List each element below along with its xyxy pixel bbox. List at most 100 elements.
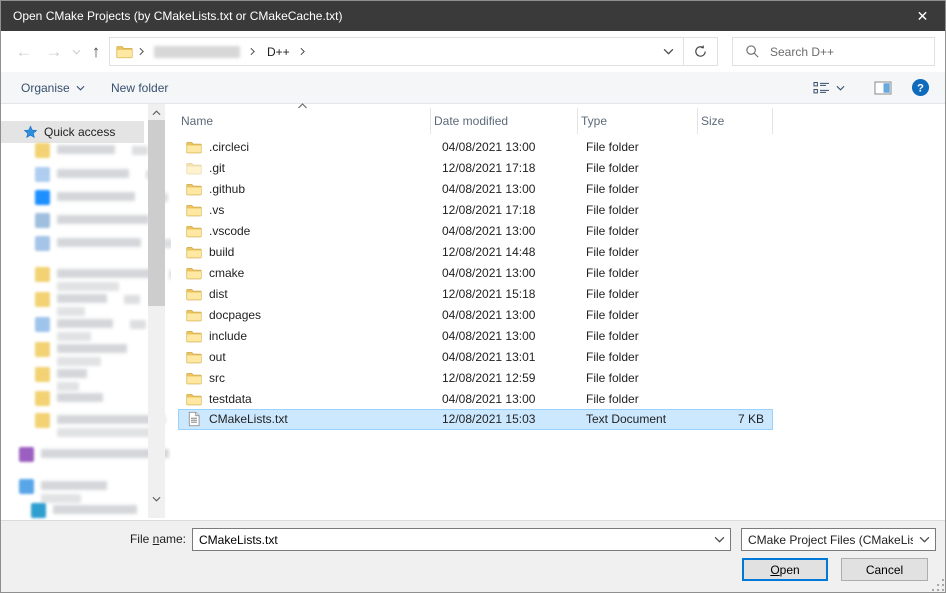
file-row[interactable]: .git 12/08/2021 17:18 File folder	[178, 158, 773, 179]
resize-grip[interactable]	[931, 578, 944, 591]
sidebar-item[interactable]	[35, 167, 162, 182]
file-row[interactable]: .github 04/08/2021 13:00 File folder	[178, 179, 773, 200]
sort-ascending-icon	[297, 103, 308, 109]
search-box[interactable]	[732, 37, 935, 66]
address-bar[interactable]: D++	[109, 37, 718, 66]
file-name: src	[209, 370, 225, 385]
column-header-type[interactable]: Type	[578, 108, 698, 134]
sidebar-item[interactable]	[35, 236, 171, 251]
file-type-value: CMake Project Files (CMakeLis	[748, 532, 913, 547]
sidebar-item[interactable]	[35, 413, 165, 437]
sidebar-item-redacted-badge	[169, 270, 171, 279]
open-button[interactable]: Open	[742, 558, 828, 581]
file-name-input[interactable]	[193, 531, 708, 548]
file-row[interactable]: testdata 04/08/2021 13:00 File folder	[178, 388, 773, 409]
view-details-icon	[813, 81, 831, 95]
sidebar-item-icon	[35, 143, 50, 158]
file-row[interactable]: out 04/08/2021 13:01 File folder	[178, 346, 773, 367]
folder-icon	[186, 370, 202, 386]
sidebar-item[interactable]	[35, 292, 140, 316]
sidebar-item[interactable]	[19, 447, 169, 462]
file-name-combobox[interactable]	[192, 528, 731, 551]
file-row[interactable]: docpages 04/08/2021 13:00 File folder	[178, 304, 773, 325]
sidebar-item-icon	[35, 213, 50, 228]
scrollbar-thumb[interactable]	[148, 120, 165, 306]
folder-icon	[186, 307, 202, 323]
address-dropdown-icon[interactable]	[653, 38, 683, 65]
file-row[interactable]: .vscode 04/08/2021 13:00 File folder	[178, 221, 773, 242]
breadcrumb-current-folder[interactable]: D++	[261, 45, 296, 59]
file-type: File folder	[586, 307, 639, 322]
file-row[interactable]: dist 12/08/2021 15:18 File folder	[178, 283, 773, 304]
up-button[interactable]: ↑	[83, 31, 109, 72]
file-name: .git	[209, 161, 226, 176]
folder-icon	[186, 223, 202, 239]
file-type: File folder	[586, 161, 639, 176]
sidebar-item[interactable]	[35, 391, 103, 406]
search-input[interactable]	[768, 43, 922, 60]
view-dropdown-icon	[836, 85, 845, 91]
column-label-size: Size	[701, 114, 725, 128]
file-row[interactable]: include 04/08/2021 13:00 File folder	[178, 325, 773, 346]
file-date-modified: 04/08/2021 13:00	[442, 328, 536, 343]
file-date-modified: 12/08/2021 17:18	[442, 203, 536, 218]
file-row[interactable]: build 12/08/2021 14:48 File folder	[178, 242, 773, 263]
file-name-dropdown-icon[interactable]	[708, 536, 730, 543]
column-label-name: Name	[181, 114, 214, 128]
new-folder-button[interactable]: New folder	[111, 72, 168, 103]
sidebar-item-quick-access[interactable]: Quick access	[1, 121, 144, 143]
column-header-date-modified[interactable]: Date modified	[431, 108, 578, 134]
sidebar-item[interactable]	[35, 190, 168, 205]
file-list: Name Date modified Type Size .circleci 0…	[178, 104, 778, 520]
sidebar-item[interactable]	[35, 367, 87, 391]
file-name: .circleci	[209, 140, 250, 155]
folder-icon	[186, 391, 202, 407]
column-headers: Name Date modified Type Size	[178, 108, 773, 134]
sidebar-item-redacted-badge	[124, 295, 140, 304]
column-header-size[interactable]: Size	[698, 108, 773, 134]
file-row[interactable]: .vs 12/08/2021 17:18 File folder	[178, 200, 773, 221]
file-row[interactable]: .circleci 04/08/2021 13:00 File folder	[178, 137, 773, 158]
forward-button[interactable]: →	[39, 31, 69, 72]
file-row[interactable]: cmake 04/08/2021 13:00 File folder	[178, 263, 773, 284]
column-header-name[interactable]: Name	[178, 108, 431, 134]
help-button[interactable]	[911, 72, 930, 103]
preview-pane-button[interactable]	[874, 72, 892, 103]
sidebar-item[interactable]	[35, 317, 146, 341]
file-row[interactable]: CMakeLists.txt 12/08/2021 15:03 Text Doc…	[178, 408, 773, 430]
breadcrumb-separator-icon	[250, 47, 255, 56]
navigation-bar: ← → ↑ D++	[1, 31, 945, 72]
file-name-label: File name:	[1, 532, 186, 546]
sidebar-item[interactable]	[19, 479, 107, 503]
file-list-rows: .circleci 04/08/2021 13:00 File folder .…	[178, 137, 773, 430]
sidebar-item-icon	[35, 167, 50, 182]
file-type-select[interactable]: CMake Project Files (CMakeLis	[741, 528, 936, 551]
breadcrumb-redacted-segment[interactable]	[154, 45, 240, 58]
new-folder-label: New folder	[111, 80, 169, 95]
breadcrumb-folder-icon[interactable]	[116, 43, 133, 60]
folder-icon	[186, 202, 202, 218]
file-name: dist	[209, 286, 228, 301]
scroll-up-icon[interactable]	[148, 105, 165, 120]
sidebar-item-icon	[35, 367, 50, 382]
sidebar-item[interactable]	[31, 503, 137, 518]
sidebar-item[interactable]	[35, 213, 149, 228]
refresh-button[interactable]	[684, 38, 717, 65]
cancel-button[interactable]: Cancel	[841, 558, 928, 581]
sidebar-item-icon	[19, 479, 34, 494]
sidebar-scrollbar[interactable]	[148, 104, 165, 518]
scroll-down-icon[interactable]	[148, 491, 165, 506]
close-button[interactable]: ✕	[900, 1, 945, 31]
file-date-modified: 12/08/2021 14:48	[442, 245, 536, 260]
file-date-modified: 04/08/2021 13:00	[442, 140, 536, 155]
file-row[interactable]: src 12/08/2021 12:59 File folder	[178, 367, 773, 388]
folder-icon	[186, 160, 202, 176]
file-type: File folder	[586, 286, 639, 301]
breadcrumb-separator-icon[interactable]	[300, 47, 305, 56]
organise-button[interactable]: Organise	[21, 72, 85, 103]
sidebar-item[interactable]	[35, 267, 171, 291]
change-view-button[interactable]	[813, 72, 845, 103]
sidebar-item[interactable]	[35, 143, 148, 158]
back-button[interactable]: ←	[9, 31, 39, 72]
sidebar-item[interactable]	[35, 342, 127, 366]
